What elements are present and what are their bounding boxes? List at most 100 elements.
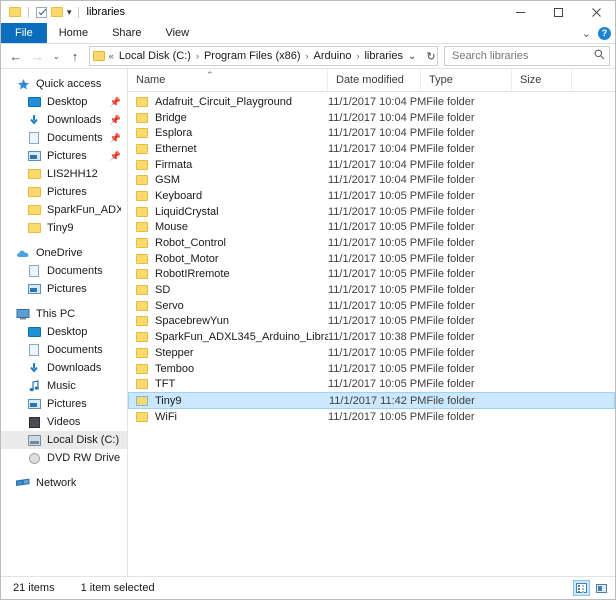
- sidebar-item-sparkfun-adxl345[interactable]: SparkFun_ADXL345_: [1, 201, 127, 219]
- breadcrumb-item-program-files[interactable]: Program Files (x86): [204, 50, 301, 62]
- sidebar-item-onedrive-pictures[interactable]: Pictures: [1, 280, 127, 298]
- table-row[interactable]: Bridge 11/1/2017 10:04 PM File folder: [128, 110, 615, 126]
- refresh-icon[interactable]: ↻: [421, 50, 440, 63]
- sidebar-item-local-disk-c[interactable]: Local Disk (C:): [1, 431, 127, 449]
- table-row[interactable]: GSM 11/1/2017 10:04 PM File folder: [128, 172, 615, 188]
- file-name-cell[interactable]: Adafruit_Circuit_Playground: [128, 96, 328, 108]
- sidebar-item-onedrive-documents[interactable]: Documents: [1, 262, 127, 280]
- table-row[interactable]: Temboo 11/1/2017 10:05 PM File folder: [128, 361, 615, 377]
- search-input[interactable]: [451, 50, 594, 62]
- large-icons-view-icon[interactable]: [593, 580, 610, 596]
- file-name-cell[interactable]: Stepper: [128, 347, 328, 359]
- sidebar-item-network[interactable]: Network: [1, 474, 127, 492]
- file-name-cell[interactable]: Temboo: [128, 363, 328, 375]
- details-view-icon[interactable]: [573, 580, 590, 596]
- file-name-cell[interactable]: SD: [128, 284, 328, 296]
- recent-locations-button[interactable]: ⌄: [49, 46, 63, 66]
- breadcrumb-item-libraries[interactable]: libraries: [364, 50, 403, 62]
- file-name-cell[interactable]: GSM: [128, 174, 328, 186]
- table-row[interactable]: Tiny9 11/1/2017 11:42 PM File folder: [128, 392, 615, 410]
- table-row[interactable]: Mouse 11/1/2017 10:05 PM File folder: [128, 220, 615, 236]
- file-name-cell[interactable]: Ethernet: [128, 143, 328, 155]
- tab-file[interactable]: File: [1, 23, 47, 43]
- column-header-name[interactable]: Name: [128, 68, 328, 92]
- file-name-cell[interactable]: Robot_Control: [128, 237, 328, 249]
- sidebar-item-tiny9[interactable]: Tiny9: [1, 219, 127, 237]
- breadcrumb-separator[interactable]: ›: [306, 51, 309, 61]
- sidebar-item-pc-pictures[interactable]: Pictures: [1, 395, 127, 413]
- help-icon[interactable]: ?: [598, 27, 611, 40]
- customize-qat-chevron-icon[interactable]: ▾: [67, 7, 72, 18]
- sidebar-item-onedrive[interactable]: OneDrive: [1, 244, 127, 262]
- sidebar-item-downloads[interactable]: Downloads 📌: [1, 111, 127, 129]
- table-row[interactable]: Ethernet 11/1/2017 10:04 PM File folder: [128, 141, 615, 157]
- table-row[interactable]: SpacebrewYun 11/1/2017 10:05 PM File folde…: [128, 314, 615, 330]
- table-row[interactable]: SD 11/1/2017 10:05 PM File folder: [128, 282, 615, 298]
- tab-share[interactable]: Share: [100, 23, 153, 43]
- table-row[interactable]: LiquidCrystal 11/1/2017 10:05 PM File fold…: [128, 204, 615, 220]
- tab-home[interactable]: Home: [47, 23, 100, 43]
- breadcrumb-item-arduino[interactable]: Arduino: [314, 50, 352, 62]
- column-header-type[interactable]: Type: [421, 68, 512, 92]
- pin-icon[interactable]: 📌: [110, 133, 121, 144]
- table-row[interactable]: Robot_Control 11/1/2017 10:05 PM File fold…: [128, 235, 615, 251]
- file-name-cell[interactable]: Robot_Motor: [128, 253, 328, 265]
- sidebar-item-pc-music[interactable]: Music: [1, 377, 127, 395]
- file-name-cell[interactable]: TFT: [128, 378, 328, 390]
- sidebar-item-pc-desktop[interactable]: Desktop: [1, 323, 127, 341]
- file-name-cell[interactable]: SpacebrewYun: [128, 315, 328, 327]
- sidebar-item-desktop[interactable]: Desktop 📌: [1, 93, 127, 111]
- file-name-cell[interactable]: LiquidCrystal: [128, 206, 328, 218]
- column-header-blank[interactable]: [572, 69, 615, 92]
- table-row[interactable]: Firmata 11/1/2017 10:04 PM File folder: [128, 157, 615, 173]
- folder-icon[interactable]: [9, 7, 21, 17]
- table-row[interactable]: Adafruit_Circuit_Playground 11/1/2017 10:…: [128, 94, 615, 110]
- table-row[interactable]: Esplora 11/1/2017 10:04 PM File folder: [128, 125, 615, 141]
- table-row[interactable]: Stepper 11/1/2017 10:05 PM File folder: [128, 345, 615, 361]
- back-button[interactable]: ←: [6, 46, 26, 66]
- chevron-down-icon[interactable]: ⌄: [582, 28, 591, 39]
- sidebar-item-pictures[interactable]: Pictures 📌: [1, 147, 127, 165]
- sidebar-item-pc-videos[interactable]: Videos: [1, 413, 127, 431]
- file-rows[interactable]: Adafruit_Circuit_Playground 11/1/2017 10:…: [128, 92, 615, 576]
- chevron-down-icon[interactable]: ⌄: [403, 51, 421, 62]
- new-folder-icon[interactable]: [51, 7, 63, 17]
- breadcrumb-separator[interactable]: ›: [356, 51, 359, 61]
- file-name-cell[interactable]: Servo: [128, 300, 328, 312]
- table-row[interactable]: Robot_Motor 11/1/2017 10:05 PM File folder: [128, 251, 615, 267]
- forward-button[interactable]: →: [28, 46, 48, 66]
- file-name-cell[interactable]: SparkFun_ADXL345_Arduino_Library: [128, 331, 328, 343]
- column-header-date-modified[interactable]: Date modified: [328, 68, 421, 92]
- minimize-button[interactable]: [501, 1, 539, 23]
- sidebar-item-quick-access[interactable]: Quick access: [1, 75, 127, 93]
- file-name-cell[interactable]: Firmata: [128, 159, 328, 171]
- file-name-cell[interactable]: Tiny9: [129, 395, 329, 407]
- file-name-cell[interactable]: Keyboard: [128, 190, 328, 202]
- pin-icon[interactable]: 📌: [110, 115, 121, 126]
- pin-icon[interactable]: 📌: [110, 97, 121, 108]
- file-name-cell[interactable]: RobotIRremote: [128, 268, 328, 280]
- breadcrumb-overflow[interactable]: «: [109, 51, 114, 61]
- search-box[interactable]: [443, 46, 610, 66]
- sidebar-item-pc-documents[interactable]: Documents: [1, 341, 127, 359]
- file-name-cell[interactable]: WiFi: [128, 411, 328, 423]
- navigation-pane[interactable]: Quick access Desktop 📌 Downloads 📌 Docum…: [1, 69, 128, 576]
- pin-icon[interactable]: 📌: [110, 151, 121, 162]
- sidebar-item-pictures-folder[interactable]: Pictures: [1, 183, 127, 201]
- breadcrumb[interactable]: « Local Disk (C:) › Program Files (x86) …: [88, 46, 440, 66]
- sidebar-item-pc-downloads[interactable]: Downloads: [1, 359, 127, 377]
- tab-view[interactable]: View: [153, 23, 201, 43]
- up-button[interactable]: ↑: [65, 46, 85, 66]
- file-name-cell[interactable]: Bridge: [128, 112, 328, 124]
- breadcrumb-item-local-disk[interactable]: Local Disk (C:): [119, 50, 191, 62]
- table-row[interactable]: RobotIRremote 11/1/2017 10:05 PM File fold…: [128, 267, 615, 283]
- breadcrumb-separator[interactable]: ›: [196, 51, 199, 61]
- table-row[interactable]: SparkFun_ADXL345_Arduino_Library 11/1/201…: [128, 329, 615, 345]
- maximize-button[interactable]: [539, 1, 577, 23]
- sidebar-item-documents[interactable]: Documents 📌: [1, 129, 127, 147]
- properties-icon[interactable]: [36, 6, 47, 18]
- table-row[interactable]: TFT 11/1/2017 10:05 PM File folder: [128, 376, 615, 392]
- file-name-cell[interactable]: Mouse: [128, 221, 328, 233]
- sidebar-item-lis2hh12[interactable]: LIS2HH12: [1, 165, 127, 183]
- sidebar-item-dvd-drive-e[interactable]: DVD RW Drive (E:) C: [1, 449, 127, 467]
